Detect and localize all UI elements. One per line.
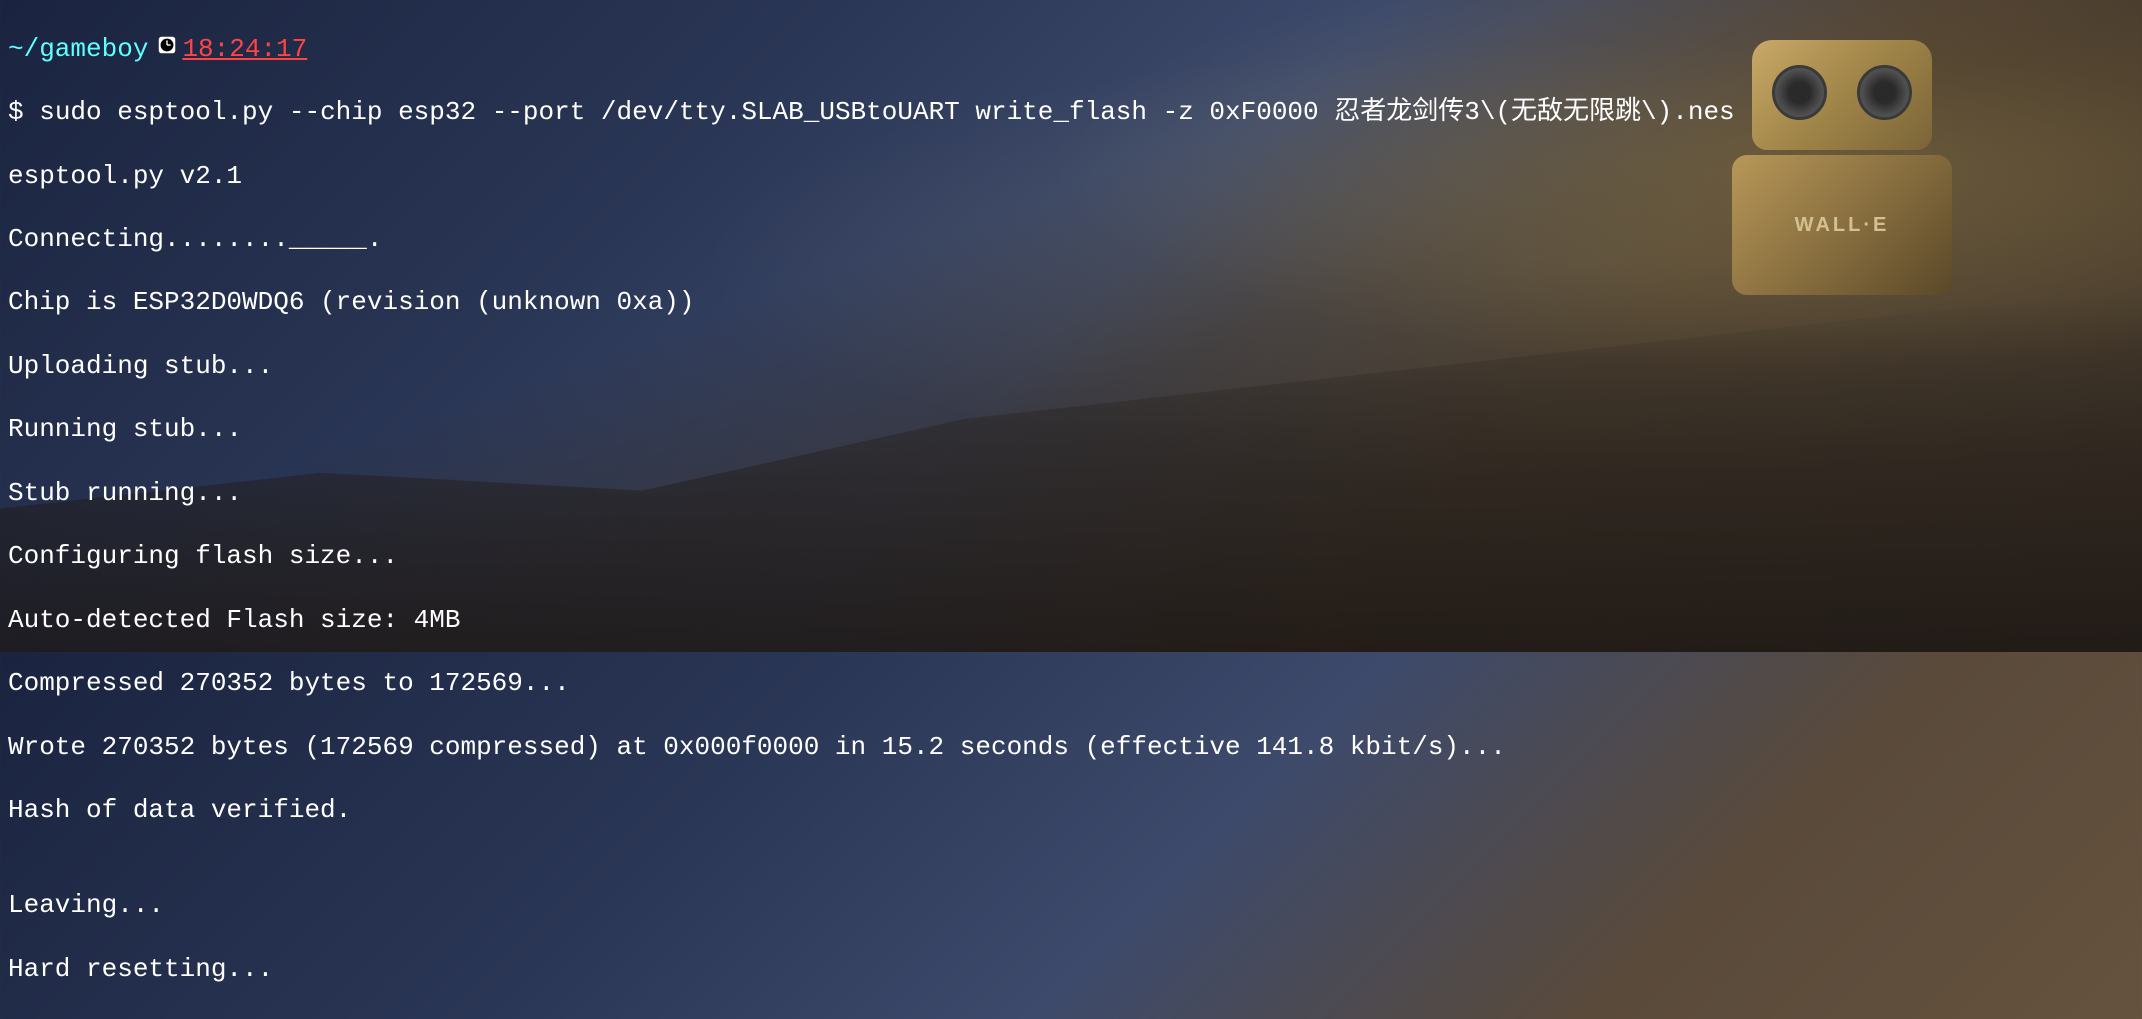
prompt-path: ~/gameboy [8,34,148,66]
clock-icon [156,34,178,56]
output-line: esptool.py v2.1 [8,161,2134,193]
prompt-symbol: $ [8,97,39,127]
output-line: Auto-detected Flash size: 4MB [8,605,2134,637]
output-line: Compressed 270352 bytes to 172569... [8,668,2134,700]
output-line: Configuring flash size... [8,541,2134,573]
output-line: Wrote 270352 bytes (172569 compressed) a… [8,732,2134,764]
prompt-time: 18:24:17 [182,34,307,66]
output-line: Uploading stub... [8,351,2134,383]
command-text: sudo esptool.py --chip esp32 --port /dev… [39,97,1734,127]
output-line: Connecting........_____. [8,224,2134,256]
output-line: Hard resetting... [8,954,2134,986]
output-line: Running stub... [8,414,2134,446]
command-line: $ sudo esptool.py --chip esp32 --port /d… [8,97,2134,129]
terminal-output[interactable]: ~/gameboy 18:24:17 $ sudo esptool.py --ch… [0,0,2142,1019]
output-line: Leaving... [8,890,2134,922]
prompt-line-header: ~/gameboy 18:24:17 [8,34,2134,66]
output-line: Stub running... [8,478,2134,510]
output-line: Hash of data verified. [8,795,2134,827]
output-line: Chip is ESP32D0WDQ6 (revision (unknown 0… [8,287,2134,319]
